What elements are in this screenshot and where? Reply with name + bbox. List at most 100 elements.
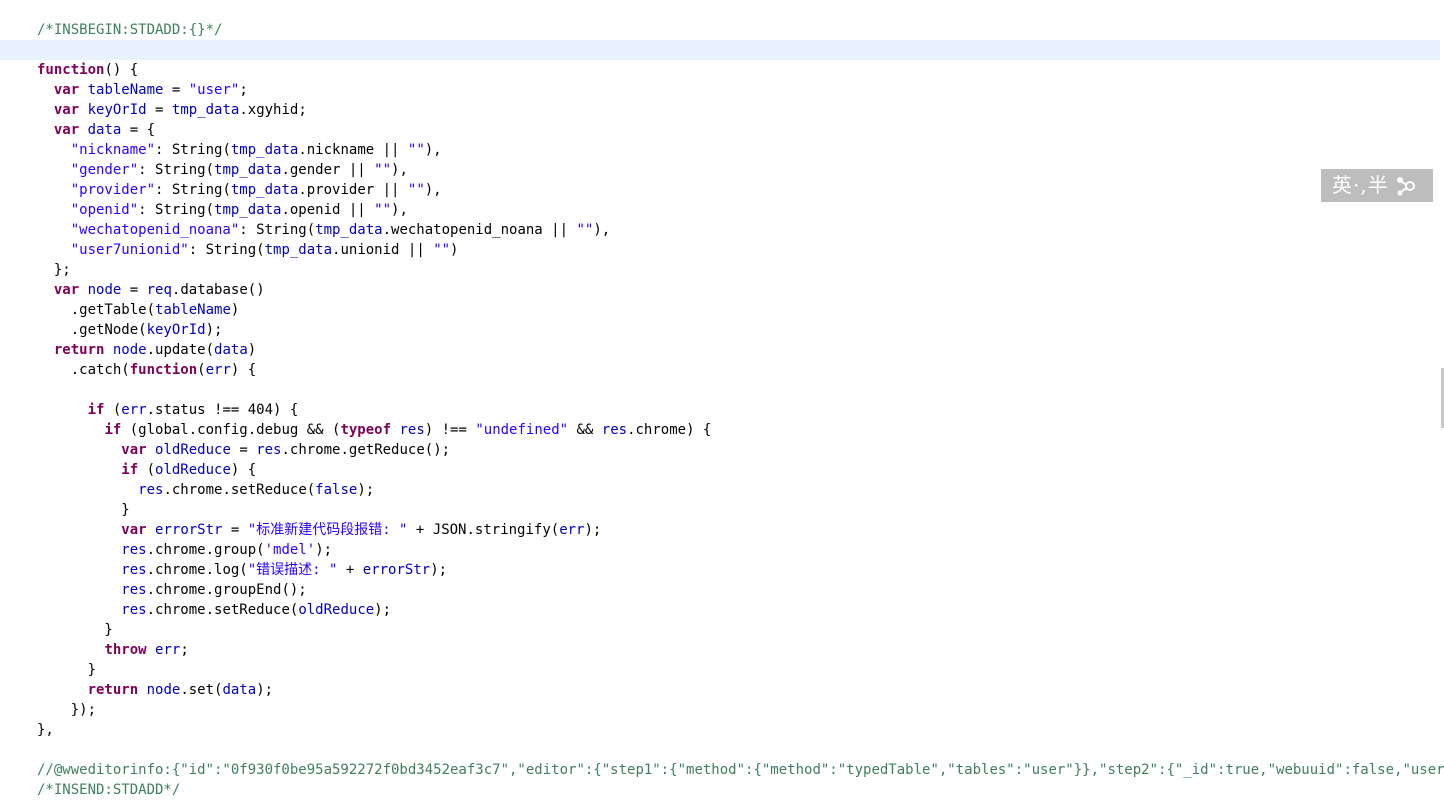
code-token: ) {	[230, 462, 257, 478]
code-token: ) {	[273, 402, 299, 418]
ime-status-widget[interactable]: 英·,半	[1321, 169, 1433, 202]
code-line[interactable]: "nickname": String(tmp_data.nickname || …	[0, 140, 1440, 160]
code-line[interactable]: res.chrome.log("错误描述: " + errorStr);	[0, 560, 1440, 580]
code-token: );	[374, 602, 392, 618]
code-line[interactable]: /*INSBEGIN:STDADD:{}*/	[0, 20, 1440, 40]
code-line-content: /*INSEND:STDADD*/	[37, 780, 180, 800]
code-line[interactable]: "wechatopenid_noana": String(tmp_data.we…	[0, 220, 1440, 240]
code-token: +	[337, 562, 363, 578]
variable-token: node	[112, 342, 147, 358]
code-token: (	[138, 462, 156, 478]
code-line[interactable]: .getTable(tableName)	[0, 300, 1440, 320]
variable-token: node	[87, 282, 122, 298]
code-line[interactable]: return node.set(data);	[0, 680, 1440, 700]
code-line[interactable]: if (oldReduce) {	[0, 460, 1440, 480]
keyword-token: return	[53, 342, 105, 358]
code-line[interactable]: "gender": String(tmp_data.gender || ""),	[0, 160, 1440, 180]
string-token: 'mdel'	[264, 542, 316, 558]
code-line[interactable]: var oldReduce = res.chrome.getReduce();	[0, 440, 1440, 460]
code-line[interactable]: res.chrome.groupEnd();	[0, 580, 1440, 600]
code-line[interactable]	[0, 40, 1440, 60]
variable-token: err	[155, 642, 181, 658]
code-line[interactable]: var errorStr = "标准新建代码段报错: " + JSON.stri…	[0, 520, 1440, 540]
variable-token: node	[146, 682, 181, 698]
code-line[interactable]	[0, 380, 1440, 400]
code-token: );	[430, 562, 448, 578]
code-line-content: return node.set(data);	[37, 680, 273, 700]
code-token: )	[230, 302, 240, 318]
string-token: ""	[576, 222, 594, 238]
variable-token: tmp_data	[315, 222, 383, 238]
code-token: });	[37, 702, 97, 718]
ime-toolbox-icon[interactable]	[1395, 174, 1417, 198]
code-line[interactable]: }	[0, 660, 1440, 680]
code-line[interactable]: var keyOrId = tmp_data.xgyhid;	[0, 100, 1440, 120]
code-token: )	[247, 342, 257, 358]
code-line[interactable]: }	[0, 500, 1440, 520]
code-line[interactable]: var tableName = "user";	[0, 80, 1440, 100]
keyword-token: function	[129, 362, 198, 378]
code-line[interactable]: function() {	[0, 60, 1440, 80]
code-editor[interactable]: /*INSBEGIN:STDADD:{}*/function() { var t…	[0, 0, 1444, 808]
variable-token: res	[399, 422, 425, 438]
code-line-content: .getNode(keyOrId);	[37, 320, 223, 340]
code-line-content: res.chrome.setReduce(false);	[37, 480, 374, 500]
code-token: .getNode(	[37, 322, 147, 338]
code-line-content: var data = {	[37, 120, 155, 140]
keyword-token: if	[121, 462, 139, 478]
variable-token: tableName	[87, 82, 164, 98]
code-line[interactable]: "openid": String(tmp_data.openid || ""),	[0, 200, 1440, 220]
code-line[interactable]: },	[0, 720, 1440, 740]
code-line-content: res.chrome.log("错误描述: " + errorStr);	[37, 560, 447, 580]
keyword-token: var	[53, 82, 80, 98]
code-line[interactable]	[0, 740, 1440, 760]
code-token: }	[37, 662, 97, 678]
code-token: .xgyhid;	[239, 102, 307, 118]
code-line[interactable]: /*INSEND:STDADD*/	[0, 780, 1440, 800]
code-line[interactable]: //@wweditorinfo:{"id":"0f930f0be95a59227…	[0, 760, 1444, 780]
code-line[interactable]: res.chrome.group('mdel');	[0, 540, 1440, 560]
code-line[interactable]: return node.update(data)	[0, 340, 1440, 360]
code-line[interactable]: if (err.status !== 404) {	[0, 400, 1440, 420]
code-line[interactable]: "user7unionid": String(tmp_data.unionid …	[0, 240, 1440, 260]
code-line[interactable]: }	[0, 620, 1440, 640]
code-line[interactable]: };	[0, 260, 1440, 280]
string-token: "openid"	[70, 202, 139, 218]
code-token: + JSON.stringify(	[407, 522, 560, 538]
code-line[interactable]: throw err;	[0, 640, 1440, 660]
variable-token: res	[256, 442, 282, 458]
comment-token: //@wweditorinfo:{"id":"0f930f0be95a59227…	[37, 762, 1444, 778]
code-line-content: var tableName = "user";	[37, 80, 248, 100]
variable-token: tmp_data	[214, 202, 282, 218]
variable-token: err	[205, 362, 231, 378]
variable-token: tmp_data	[171, 102, 240, 118]
code-line-content: });	[37, 700, 96, 720]
code-line[interactable]: });	[0, 700, 1440, 720]
code-line-content: "openid": String(tmp_data.openid || ""),	[37, 200, 408, 220]
code-line[interactable]: var node = req.database()	[0, 280, 1440, 300]
code-line[interactable]: var data = {	[0, 120, 1440, 140]
code-line[interactable]: "provider": String(tmp_data.provider || …	[0, 180, 1440, 200]
code-token: .provider ||	[298, 182, 408, 198]
code-token: );	[584, 522, 602, 538]
code-line-content: };	[37, 260, 71, 280]
keyword-token: var	[121, 442, 147, 458]
code-line[interactable]: res.chrome.setReduce(oldReduce);	[0, 600, 1440, 620]
code-line[interactable]: .getNode(keyOrId);	[0, 320, 1440, 340]
code-line-content: "user7unionid": String(tmp_data.unionid …	[37, 240, 459, 260]
keyword-token: function	[37, 62, 105, 78]
keyword-token: typeof	[340, 422, 392, 438]
code-line[interactable]: .catch(function(err) {	[0, 360, 1440, 380]
code-line[interactable]: res.chrome.setReduce(false);	[0, 480, 1440, 500]
keyword-token: return	[87, 682, 139, 698]
code-line[interactable]: if (global.config.debug && (typeof res) …	[0, 420, 1440, 440]
